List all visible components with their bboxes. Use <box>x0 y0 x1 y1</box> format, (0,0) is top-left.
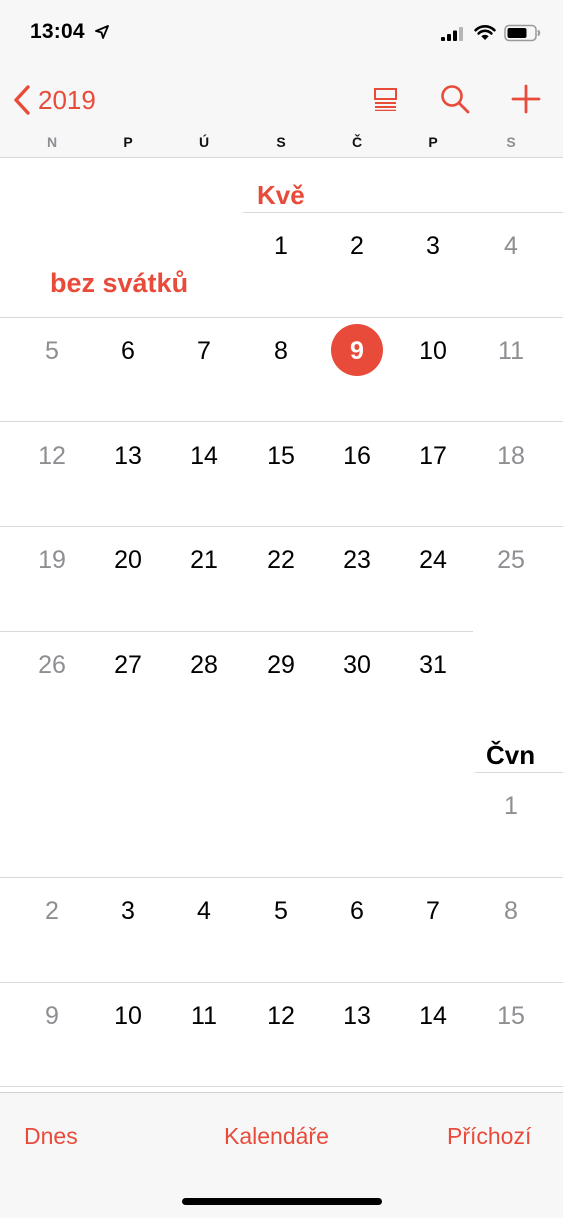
month-divider <box>475 772 563 773</box>
day-cell[interactable]: 2 <box>327 232 387 261</box>
week-divider <box>0 1086 563 1087</box>
day-cell[interactable]: 8 <box>481 897 541 926</box>
day-cell[interactable]: 16 <box>327 442 387 471</box>
weekday-header: N P Ú S Č P S <box>0 134 563 154</box>
wifi-icon <box>474 25 496 40</box>
day-cell[interactable]: 6 <box>327 897 387 926</box>
day-cell[interactable]: 31 <box>403 651 463 680</box>
day-cell-today[interactable]: 9 <box>327 337 387 366</box>
week-divider <box>0 982 563 983</box>
day-cell[interactable]: 20 <box>98 546 158 575</box>
list-view-icon[interactable] <box>373 87 399 111</box>
location-arrow-icon <box>95 25 109 39</box>
day-cell[interactable]: 23 <box>327 546 387 575</box>
week-divider <box>0 631 473 632</box>
status-bar: 13:04 <box>0 0 563 66</box>
day-cell[interactable]: 5 <box>22 337 82 366</box>
day-cell[interactable]: 29 <box>251 651 311 680</box>
day-cell[interactable]: 22 <box>251 546 311 575</box>
today-button[interactable]: Dnes <box>24 1123 78 1150</box>
back-to-year-button[interactable]: 2019 <box>12 82 96 118</box>
day-cell[interactable]: 4 <box>174 897 234 926</box>
day-cell[interactable]: 26 <box>22 651 82 680</box>
day-cell[interactable]: 12 <box>251 1002 311 1031</box>
month-label-may: Kvě <box>257 180 305 210</box>
day-cell[interactable]: 10 <box>403 337 463 366</box>
week-divider <box>0 526 563 527</box>
weekday-label: S <box>276 134 286 150</box>
day-cell[interactable]: 4 <box>481 232 541 261</box>
month-calendar[interactable]: Kvě bez svátků 1 2 3 4 5 6 7 8 9 10 11 1… <box>0 158 563 1092</box>
day-cell[interactable]: 28 <box>174 651 234 680</box>
holiday-label: bez svátků <box>50 268 189 298</box>
day-cell[interactable]: 1 <box>481 792 541 821</box>
week-divider <box>0 317 563 318</box>
day-cell[interactable]: 15 <box>481 1002 541 1031</box>
month-label-june: Čvn <box>486 740 536 770</box>
day-cell[interactable]: 24 <box>403 546 463 575</box>
status-time: 13:04 <box>30 20 85 43</box>
back-label: 2019 <box>38 84 96 115</box>
home-indicator[interactable] <box>182 1198 382 1205</box>
battery-icon <box>504 24 541 42</box>
day-cell[interactable]: 13 <box>98 442 158 471</box>
day-cell[interactable]: 3 <box>403 232 463 261</box>
day-cell[interactable]: 19 <box>22 546 82 575</box>
day-cell[interactable]: 15 <box>251 442 311 471</box>
month-divider <box>243 212 563 213</box>
day-cell[interactable]: 2 <box>22 897 82 926</box>
day-cell[interactable]: 5 <box>251 897 311 926</box>
day-cell[interactable]: 13 <box>327 1002 387 1031</box>
week-divider <box>0 421 563 422</box>
day-cell[interactable]: 18 <box>481 442 541 471</box>
day-cell[interactable]: 11 <box>174 1002 234 1031</box>
week-divider <box>0 877 563 878</box>
day-cell[interactable]: 10 <box>98 1002 158 1031</box>
bottom-toolbar: Dnes Kalendáře Příchozí <box>0 1092 563 1218</box>
weekday-label: N <box>46 134 58 150</box>
weekday-label: Ú <box>198 134 210 150</box>
day-cell[interactable]: 7 <box>174 337 234 366</box>
add-icon[interactable] <box>511 84 541 114</box>
inbox-button[interactable]: Příchozí <box>447 1123 531 1150</box>
day-cell[interactable]: 11 <box>481 337 541 366</box>
calendars-button[interactable]: Kalendáře <box>224 1123 329 1150</box>
chevron-left-icon <box>14 85 30 115</box>
weekday-label: S <box>506 134 516 150</box>
weekday-label: P <box>123 134 133 150</box>
cellular-signal-icon <box>441 27 463 41</box>
day-cell[interactable]: 9 <box>22 1002 82 1031</box>
day-cell[interactable]: 21 <box>174 546 234 575</box>
day-cell[interactable]: 27 <box>98 651 158 680</box>
day-cell[interactable]: 3 <box>98 897 158 926</box>
day-cell[interactable]: 1 <box>251 232 311 261</box>
day-cell[interactable]: 8 <box>251 337 311 366</box>
day-cell[interactable]: 30 <box>327 651 387 680</box>
day-cell[interactable]: 17 <box>403 442 463 471</box>
day-cell[interactable]: 6 <box>98 337 158 366</box>
day-cell[interactable]: 7 <box>403 897 463 926</box>
day-cell[interactable]: 14 <box>174 442 234 471</box>
day-cell[interactable]: 25 <box>481 546 541 575</box>
weekday-label: Č <box>351 134 363 150</box>
day-cell[interactable]: 12 <box>22 442 82 471</box>
search-icon[interactable] <box>440 84 470 114</box>
weekday-label: P <box>428 134 438 150</box>
navigation-bar: 2019 N P Ú S Č P S <box>0 66 563 158</box>
day-cell[interactable]: 14 <box>403 1002 463 1031</box>
